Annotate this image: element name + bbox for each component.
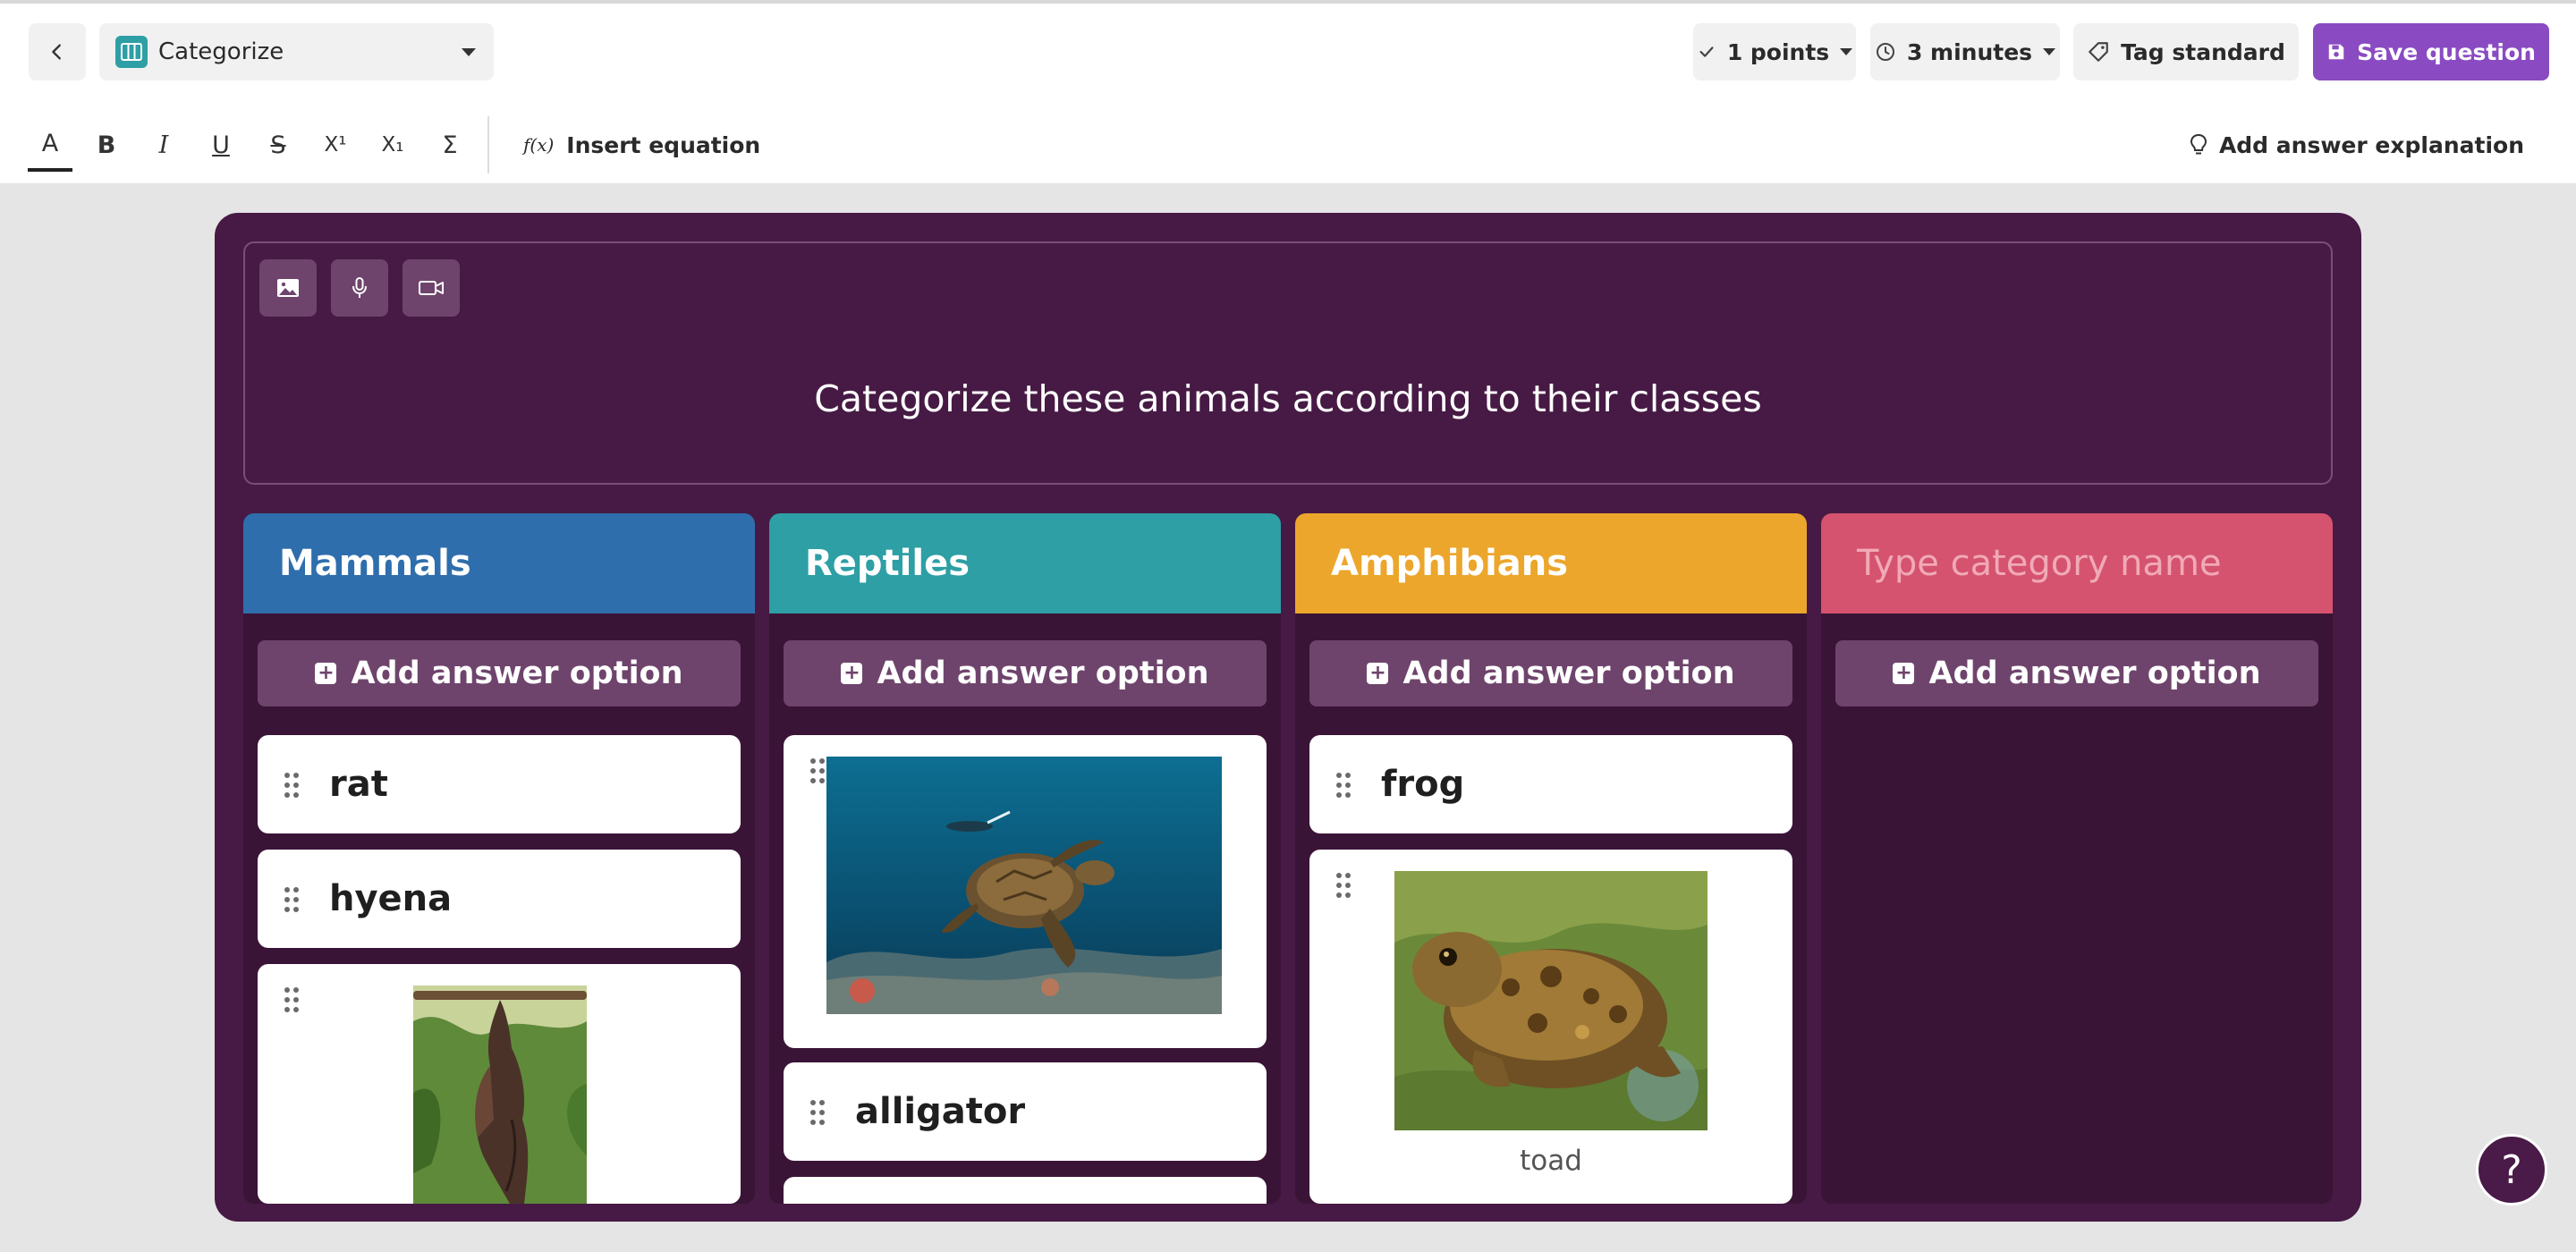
underline-button[interactable]: U [199, 118, 243, 172]
sigma-glyph: Σ [442, 131, 458, 159]
superscript-glyph: X¹ [324, 133, 347, 156]
add-answer-option-label: Add answer option [351, 656, 683, 691]
question-type-select[interactable]: Categorize [99, 23, 494, 80]
add-answer-option-button[interactable]: + Add answer option [258, 640, 741, 706]
caret-down-icon [2043, 48, 2056, 55]
function-icon: f(x) [523, 134, 555, 156]
category-column-reptiles: Reptiles + Add answer option alligator [769, 513, 1281, 1204]
text-color-button[interactable]: A [28, 118, 72, 172]
strikethrough-button[interactable]: S [256, 118, 301, 172]
points-button[interactable]: 1 points [1693, 23, 1856, 80]
caret-down-icon [1840, 48, 1853, 55]
drag-handle-icon[interactable] [284, 987, 299, 1012]
category-name-input[interactable]: Type category name [1821, 513, 2333, 613]
superscript-button[interactable]: X¹ [313, 118, 358, 172]
drag-handle-icon[interactable] [284, 773, 299, 798]
add-answer-option-button[interactable]: + Add answer option [1309, 640, 1792, 706]
toolbar-divider [487, 116, 489, 173]
answer-option-text[interactable]: rat [258, 735, 741, 833]
bat-image [413, 986, 587, 1204]
drag-handle-icon[interactable] [810, 1100, 825, 1125]
answer-option-caption: toad [1520, 1145, 1582, 1177]
add-answer-explanation-label: Add answer explanation [2218, 131, 2524, 158]
tag-standard-label: Tag standard [2121, 38, 2285, 65]
chevron-left-icon [52, 44, 61, 60]
answer-option-card[interactable]: rat [258, 735, 741, 833]
categorize-icon [115, 36, 148, 68]
tag-standard-button[interactable]: Tag standard [2073, 23, 2299, 80]
back-button[interactable] [29, 23, 86, 80]
answer-option-card[interactable] [784, 1177, 1267, 1204]
category-header[interactable]: Reptiles [769, 513, 1281, 613]
category-column-mammals: Mammals + Add answer option rat hyena [243, 513, 755, 1204]
time-label: 3 minutes [1906, 38, 2033, 65]
question-input-box[interactable]: Categorize these animals according to th… [243, 241, 2333, 485]
plus-square-icon: + [1893, 663, 1915, 684]
text-color-glyph: A [41, 129, 59, 157]
floppy-disk-icon [2328, 44, 2344, 60]
answer-option-image-card[interactable] [784, 735, 1267, 1048]
points-label: 1 points [1726, 38, 1830, 65]
strikethrough-glyph: S [270, 131, 286, 159]
category-header[interactable]: Mammals [243, 513, 755, 613]
tag-icon [2089, 42, 2108, 62]
plus-square-icon: + [315, 663, 337, 684]
add-answer-option-button[interactable]: + Add answer option [784, 640, 1267, 706]
italic-button[interactable]: I [141, 118, 186, 172]
drag-handle-icon[interactable] [1336, 873, 1351, 898]
toad-image [1394, 871, 1707, 1130]
lightbulb-icon [2190, 133, 2207, 155]
category-header[interactable]: Amphibians [1295, 513, 1807, 613]
sea-turtle-image [826, 757, 1222, 1014]
question-type-label: Categorize [158, 38, 284, 65]
italic-glyph: I [158, 131, 169, 159]
check-icon [1699, 47, 1714, 57]
subscript-button[interactable]: X₁ [370, 118, 415, 172]
add-answer-option-button[interactable]: + Add answer option [1835, 640, 2318, 706]
question-mark-icon: ? [2501, 1146, 2522, 1193]
underline-glyph: U [212, 131, 230, 159]
plus-square-icon: + [1367, 663, 1389, 684]
math-symbols-button[interactable]: Σ [428, 118, 472, 172]
answer-option-card[interactable]: frog [1309, 735, 1792, 833]
add-image-button[interactable] [259, 259, 317, 317]
insert-equation-button[interactable]: f(x) Insert equation [523, 127, 760, 163]
clock-icon [1876, 43, 1894, 61]
add-answer-option-label: Add answer option [1928, 656, 2261, 691]
save-question-label: Save question [2357, 38, 2536, 65]
answer-option-text[interactable]: hyena [258, 850, 741, 948]
answer-option-text[interactable]: frog [1309, 735, 1792, 833]
add-answer-explanation-button[interactable]: Add answer explanation [2189, 127, 2524, 163]
image-icon [277, 279, 299, 297]
category-column-new: Type category name + Add answer option [1821, 513, 2333, 1204]
time-limit-button[interactable]: 3 minutes [1870, 23, 2060, 80]
add-answer-option-label: Add answer option [1402, 656, 1735, 691]
drag-handle-icon[interactable] [284, 887, 299, 912]
save-question-button[interactable]: Save question [2313, 23, 2549, 80]
bold-glyph: B [97, 131, 116, 159]
insert-equation-label: Insert equation [566, 131, 761, 158]
question-text[interactable]: Categorize these animals according to th… [245, 377, 2331, 420]
answer-option-card[interactable]: hyena [258, 850, 741, 948]
answer-option-card[interactable]: alligator [784, 1062, 1267, 1161]
add-audio-button[interactable] [331, 259, 388, 317]
add-video-button[interactable] [402, 259, 460, 317]
add-answer-option-label: Add answer option [877, 656, 1209, 691]
microphone-icon [352, 277, 367, 298]
answer-option-image-card[interactable]: toad [1309, 850, 1792, 1204]
drag-handle-icon[interactable] [810, 758, 825, 783]
plus-square-icon: + [841, 663, 863, 684]
question-editor-card: Categorize these animals according to th… [215, 213, 2361, 1222]
caret-down-icon [462, 47, 476, 56]
video-camera-icon [419, 281, 444, 295]
bold-button[interactable]: B [84, 118, 129, 172]
top-toolbar: Categorize 1 points 3 minutes Tag standa… [0, 0, 2576, 184]
drag-handle-icon[interactable] [1336, 773, 1351, 798]
help-button[interactable]: ? [2476, 1134, 2547, 1205]
answer-option-text[interactable]: alligator [784, 1062, 1267, 1161]
subscript-glyph: X₁ [381, 133, 404, 156]
category-column-amphibians: Amphibians + Add answer option frog toad [1295, 513, 1807, 1204]
answer-option-image-card[interactable] [258, 964, 741, 1204]
